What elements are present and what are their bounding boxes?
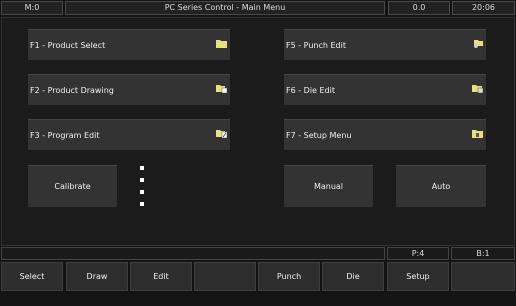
f5-punch-edit-button[interactable]: F5 - Punch Edit xyxy=(284,29,486,60)
b-counter: B:1 xyxy=(451,247,515,260)
manual-label: Manual xyxy=(313,182,344,191)
auto-button[interactable]: Auto xyxy=(396,165,486,207)
f1-label: F1 - Product Select xyxy=(30,41,106,50)
f5-label: F5 - Punch Edit xyxy=(286,41,346,50)
manual-button[interactable]: Manual xyxy=(284,165,373,207)
softkey-setup[interactable]: Setup xyxy=(387,262,449,291)
setup-folder-icon xyxy=(472,130,483,138)
dot xyxy=(140,202,144,206)
auto-label: Auto xyxy=(431,182,451,191)
softkey-empty-8[interactable] xyxy=(451,262,515,291)
title-bar: M:0 PC Series Control - Main Menu 0.0 20… xyxy=(0,0,516,16)
edit-file-icon xyxy=(216,130,227,138)
softkey-select[interactable]: Select xyxy=(1,262,63,291)
status-bar: P:4 B:1 xyxy=(0,247,516,261)
die-file-icon xyxy=(472,85,483,93)
softkey-edit[interactable]: Edit xyxy=(130,262,192,291)
punch-file-icon xyxy=(474,40,483,48)
softkey-bar: Select Draw Edit Punch Die Setup xyxy=(0,262,516,292)
window-title: PC Series Control - Main Menu xyxy=(65,1,385,15)
folder-icon xyxy=(216,40,227,48)
f7-label: F7 - Setup Menu xyxy=(286,131,352,140)
f3-program-edit-button[interactable]: F3 - Program Edit xyxy=(28,119,230,150)
mode-indicator: M:0 xyxy=(1,1,63,15)
dot xyxy=(140,178,144,182)
f6-die-edit-button[interactable]: F6 - Die Edit xyxy=(284,74,486,105)
dot xyxy=(140,166,144,170)
f2-label: F2 - Product Drawing xyxy=(30,86,114,95)
calibrate-label: Calibrate xyxy=(54,182,91,191)
softkey-draw[interactable]: Draw xyxy=(66,262,128,291)
clock: 20:06 xyxy=(452,1,515,15)
status-dots xyxy=(140,166,145,214)
value-readout: 0.0 xyxy=(388,1,450,15)
drawing-file-icon xyxy=(216,85,227,93)
f2-product-drawing-button[interactable]: F2 - Product Drawing xyxy=(28,74,230,105)
dot xyxy=(140,190,144,194)
softkey-die[interactable]: Die xyxy=(322,262,384,291)
p-counter: P:4 xyxy=(387,247,449,260)
calibrate-button[interactable]: Calibrate xyxy=(28,165,117,207)
softkey-punch[interactable]: Punch xyxy=(258,262,320,291)
status-message xyxy=(1,247,385,260)
f6-label: F6 - Die Edit xyxy=(286,86,336,95)
softkey-empty-4[interactable] xyxy=(194,262,256,291)
f7-setup-menu-button[interactable]: F7 - Setup Menu xyxy=(284,119,486,150)
f1-product-select-button[interactable]: F1 - Product Select xyxy=(28,29,230,60)
f3-label: F3 - Program Edit xyxy=(30,131,100,140)
